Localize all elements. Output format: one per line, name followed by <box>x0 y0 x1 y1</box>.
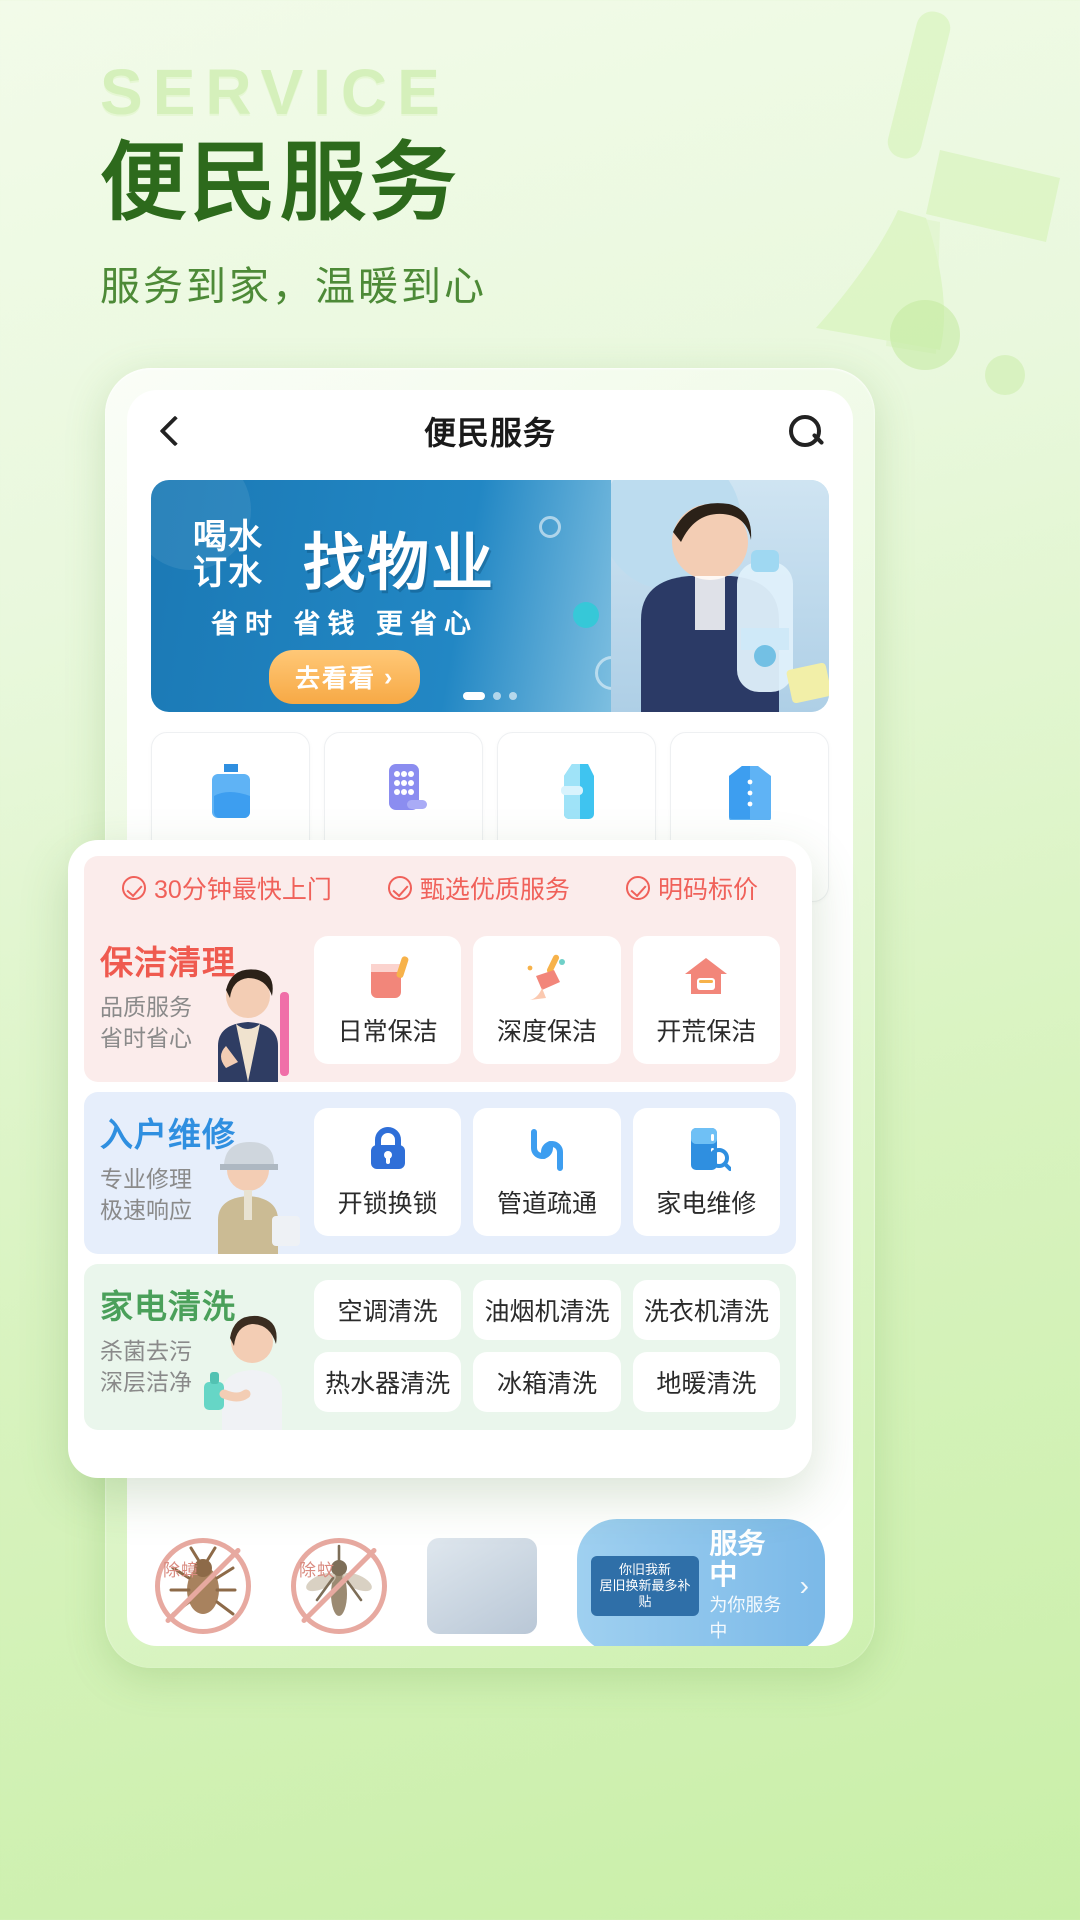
service-tile-pipe-clearing[interactable]: 管道疏通 <box>473 1108 621 1236</box>
section-cleaning: 保洁清理 品质服务 省时省心 日常保洁 深度保洁 开荒保洁 <box>84 920 796 1082</box>
banner-pagination-dots[interactable] <box>463 692 517 700</box>
service-tile-hood-cleaning[interactable]: 油烟机清洗 <box>473 1280 621 1340</box>
service-tile-deep-cleaning[interactable]: 深度保洁 <box>473 936 621 1064</box>
padlock-icon <box>363 1124 413 1174</box>
page-slogan: 服务到家，温暖到心 <box>100 265 487 310</box>
tile-label: 空调清洗 <box>337 1298 438 1326</box>
banner-person-illustration <box>611 480 829 712</box>
badge-line2: 居旧换新最多补贴 <box>599 1577 691 1610</box>
feature-item: 30分钟最快上门 <box>122 870 332 906</box>
service-pill-subtitle: 为你服务中 <box>709 1594 782 1641</box>
tile-label: 开锁换锁 <box>337 1190 438 1218</box>
trade-in-badge: 你旧我新 居旧换新最多补贴 <box>590 1555 700 1617</box>
banner-line1-a: 喝水 <box>193 518 263 556</box>
service-tile-waterheater-cleaning[interactable]: 热水器清洗 <box>314 1352 462 1412</box>
chevron-right-icon: › <box>799 1570 809 1601</box>
tile-label: 地暖清洗 <box>656 1370 757 1398</box>
service-tile-washer-cleaning[interactable]: 洗衣机清洗 <box>632 1280 780 1340</box>
banner-line1-b: 订水 <box>193 553 263 592</box>
tile-label: 油烟机清洗 <box>484 1298 610 1326</box>
section-tiles: 空调清洗 油烟机清洗 洗衣机清洗 热水器清洗 冰箱清洗 地暖清洗 <box>314 1280 780 1412</box>
tile-label: 热水器清洗 <box>325 1370 451 1398</box>
section-intro: 家电清洗 杀菌去污 深层洁净 <box>100 1280 300 1430</box>
feature-highlights-row: 30分钟最快上门 甄选优质服务 明码标价 <box>84 856 796 920</box>
decorative-circle-large <box>890 300 960 370</box>
service-pill-text: 服务中 为你服务中 <box>709 1528 789 1643</box>
feature-item: 甄选优质服务 <box>387 870 570 906</box>
cleaner-woman-icon <box>218 969 289 1082</box>
ban-label: 除蟑 <box>163 1561 199 1580</box>
no-cockroach-icon[interactable]: 除蟑 <box>155 1538 251 1634</box>
section-appliance-cleaning: 家电清洗 杀菌去污 深层洁净 空调清洗 油烟机清洗 洗衣机清洗 热水器清洗 冰箱… <box>84 1264 796 1430</box>
house-clean-icon <box>681 952 731 1002</box>
milk-carton-icon <box>550 762 604 820</box>
tile-label: 管道疏通 <box>496 1190 597 1218</box>
water-bottle-icon <box>204 762 258 820</box>
repair-woman-icon <box>218 1142 300 1254</box>
banner-dot[interactable] <box>493 692 501 700</box>
section-repair: 入户维修 专业修理 极速响应 开锁换锁 管道疏通 家电维修 <box>84 1092 796 1254</box>
tile-label: 开荒保洁 <box>656 1018 757 1046</box>
broom-icon <box>522 952 572 1002</box>
tile-label: 深度保洁 <box>496 1018 597 1046</box>
fridge-repair-icon <box>681 1124 732 1174</box>
check-circle-icon <box>122 876 147 900</box>
banner-headline: 找物业 <box>303 529 496 598</box>
navbar-title: 便民服务 <box>423 415 556 451</box>
badge-line1: 你旧我新 <box>618 1561 671 1577</box>
feature-label: 明码标价 <box>657 876 758 904</box>
phone-trade-in-ad[interactable] <box>427 1538 537 1634</box>
app-navbar: 便民服务 <box>127 390 853 472</box>
service-tile-fridge-cleaning[interactable]: 冰箱清洗 <box>473 1352 621 1412</box>
service-tile-locksmith[interactable]: 开锁换锁 <box>314 1108 462 1236</box>
ban-label: 除蚊 <box>299 1561 335 1580</box>
service-tile-appliance-repair[interactable]: 家电维修 <box>632 1108 780 1236</box>
check-circle-icon <box>625 876 650 900</box>
banner-person-photo <box>611 480 829 712</box>
tile-label: 洗衣机清洗 <box>643 1298 769 1326</box>
banner-dot-active[interactable] <box>463 692 485 700</box>
banner-bubble-4 <box>539 516 561 538</box>
chevron-right-icon: › <box>384 662 395 691</box>
tile-label: 冰箱清洗 <box>496 1370 597 1398</box>
feature-item: 明码标价 <box>625 870 758 906</box>
feature-label: 30分钟最快上门 <box>154 876 332 904</box>
service-tile-new-house-cleaning[interactable]: 开荒保洁 <box>632 936 780 1064</box>
section-intro: 保洁清理 品质服务 省时省心 <box>100 936 300 1082</box>
banner-subline: 省时 省钱 更省心 <box>211 609 479 639</box>
service-tile-daily-cleaning[interactable]: 日常保洁 <box>314 936 462 1064</box>
service-overlay-panel: 30分钟最快上门 甄选优质服务 明码标价 保洁清理 品质服务 省时省心 日常保洁… <box>68 840 812 1478</box>
no-mosquito-icon[interactable]: 除蚊 <box>291 1538 387 1634</box>
banner-bubble-2 <box>573 602 599 628</box>
dustpan-icon <box>363 952 413 1002</box>
tile-label: 家电维修 <box>656 1190 757 1218</box>
page-header: SERVICE 便民服务 服务到家，温暖到心 <box>100 60 800 312</box>
page-title: 便民服务 <box>100 135 460 231</box>
service-tile-floorheating-cleaning[interactable]: 地暖清洗 <box>632 1352 780 1412</box>
banner-dot[interactable] <box>509 692 517 700</box>
check-circle-icon <box>387 876 412 900</box>
search-icon[interactable] <box>785 411 825 451</box>
spray-woman-icon <box>204 1315 282 1430</box>
pipe-icon <box>522 1124 572 1174</box>
shirt-icon <box>723 762 777 820</box>
section-tiles: 日常保洁 深度保洁 开荒保洁 <box>314 936 780 1064</box>
banner-line1: 喝水 订水 <box>193 518 263 592</box>
service-status-pill[interactable]: 你旧我新 居旧换新最多补贴 服务中 为你服务中 › <box>576 1519 825 1646</box>
service-tile-ac-cleaning[interactable]: 空调清洗 <box>314 1280 462 1340</box>
watermark-text: SERVICE <box>100 56 450 128</box>
keypad-lock-icon <box>377 762 431 820</box>
feature-label: 甄选优质服务 <box>419 876 570 904</box>
section-intro: 入户维修 专业修理 极速响应 <box>100 1108 300 1254</box>
banner-cta-label: 去看看 <box>295 665 377 693</box>
section-tiles: 开锁换锁 管道疏通 家电维修 <box>314 1108 780 1236</box>
promo-banner[interactable]: 喝水 订水 找物业 省时 省钱 更省心 去看看 › <box>151 480 829 712</box>
tile-label: 日常保洁 <box>337 1018 438 1046</box>
decorative-circle-small <box>985 355 1025 395</box>
service-pill-title: 服务中 <box>709 1528 766 1590</box>
banner-cta-button[interactable]: 去看看 › <box>269 650 421 704</box>
phone-bottom-strip: 除蟑 除蚊 你旧我新 居旧换新最多补贴 服务中 为你服务中 › <box>127 1519 853 1646</box>
